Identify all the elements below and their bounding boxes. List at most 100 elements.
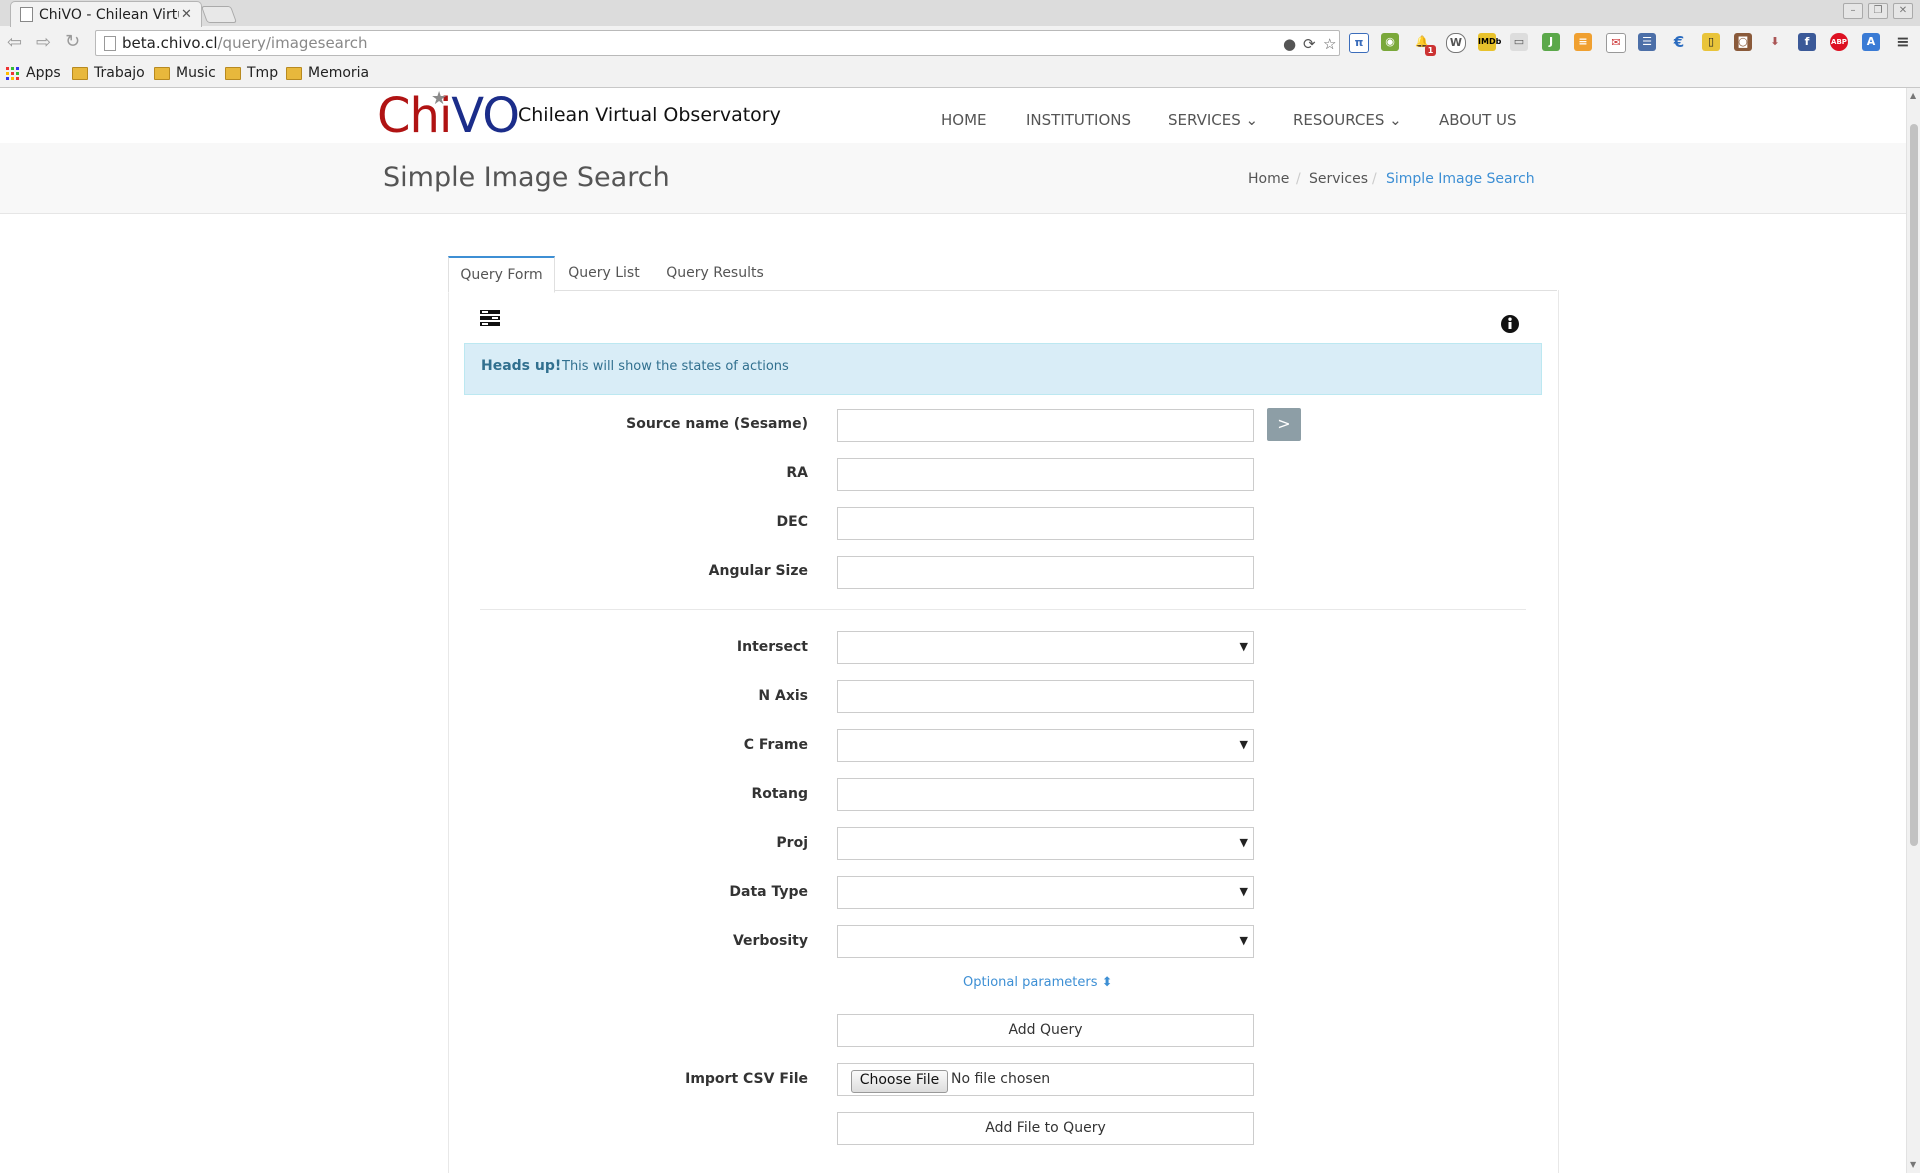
bookmark-apps[interactable]: Apps (6, 65, 61, 81)
bookmark-trabajo[interactable]: Trabajo (72, 65, 145, 81)
bookmark-music[interactable]: Music (154, 65, 216, 81)
alert-message: This will show the states of actions (562, 359, 789, 374)
tab-query-form[interactable]: Query Form (448, 256, 555, 293)
star-icon[interactable]: ☆ (1323, 35, 1336, 53)
choose-file-button[interactable]: Choose File (851, 1070, 948, 1093)
tab-query-list[interactable]: Query List (560, 256, 648, 290)
bookmark-memoria[interactable]: Memoria (286, 65, 369, 81)
browser-tab[interactable]: ChiVO - Chilean Virtu ✕ (10, 1, 202, 27)
tab-title: ChiVO - Chilean Virtu (39, 6, 179, 23)
instagram-icon[interactable]: ◙ (1734, 33, 1752, 51)
rss-icon[interactable]: ≡ (1574, 33, 1592, 51)
wordpress-icon[interactable]: W (1446, 33, 1466, 53)
browser-chrome: ChiVO - Chilean Virtu ✕ – ❐ ✕ ⇦ ⇨ ↻ beta… (0, 0, 1920, 88)
scroll-up-icon[interactable]: ▲ (1910, 91, 1916, 100)
menu-icon[interactable]: ≡ (1894, 33, 1912, 51)
scroll-down-icon[interactable]: ▼ (1910, 1160, 1916, 1169)
tab-query-results[interactable]: Query Results (660, 256, 770, 290)
alert-title: Heads up! (481, 358, 562, 374)
maximize-icon[interactable]: ❐ (1868, 3, 1888, 19)
adblock-icon[interactable]: ABP (1830, 33, 1848, 51)
breadcrumb-home[interactable]: Home (1248, 171, 1289, 187)
phone-icon[interactable]: ▯ (1702, 33, 1720, 51)
address-bar[interactable]: beta.chivo.cl/query/imagesearch ● ⟳ ☆ (95, 30, 1340, 56)
info-icon[interactable] (1500, 314, 1520, 334)
nav-services[interactable]: SERVICES ⌄ (1168, 111, 1258, 129)
nav-label: SERVICES (1168, 111, 1241, 129)
back-icon[interactable]: ⇦ (7, 32, 22, 53)
cframe-select[interactable]: ▼ (837, 729, 1254, 762)
pi-icon[interactable]: π (1349, 33, 1369, 53)
rubber-stamp-icon[interactable]: J (1542, 33, 1560, 51)
folder-icon (286, 66, 302, 80)
imdb-icon[interactable]: IMDb (1478, 33, 1501, 51)
angular-size-input[interactable] (837, 556, 1254, 589)
tab-strip: ChiVO - Chilean Virtu ✕ – ❐ ✕ (0, 0, 1920, 27)
translate-icon[interactable]: A (1862, 33, 1880, 51)
bookmark-label: Tmp (247, 65, 279, 81)
intersect-label: Intersect (736, 639, 808, 655)
page-icon (104, 36, 116, 51)
nav-home[interactable]: HOME (941, 111, 987, 129)
sort-icon: ⬍ (1101, 975, 1113, 990)
gmail-icon[interactable]: ✉ (1606, 33, 1626, 53)
breadcrumb-current: Simple Image Search (1386, 171, 1535, 187)
rotang-label: Rotang (751, 786, 808, 802)
lightbulb-icon[interactable]: ● (1283, 35, 1296, 53)
resolve-source-button[interactable]: > (1267, 408, 1301, 441)
cframe-label: C Frame (743, 737, 808, 753)
dropdown-arrow-icon: ▼ (1239, 640, 1248, 653)
close-icon[interactable]: ✕ (181, 7, 192, 22)
naxis-input[interactable] (837, 680, 1254, 713)
facebook-icon[interactable]: f (1798, 33, 1816, 51)
document-icon[interactable]: ☰ (1638, 33, 1656, 51)
chevron-down-icon: ⌄ (1389, 111, 1402, 129)
site-logo[interactable]: ChiVO (377, 91, 520, 141)
reload-icon[interactable]: ↻ (65, 31, 80, 52)
page-title: Simple Image Search (383, 162, 670, 193)
link-label: Optional parameters (963, 975, 1098, 990)
url-path: /query/imagesearch (217, 34, 368, 52)
breadcrumb-separator: / (1372, 171, 1377, 187)
euro-icon[interactable]: € (1670, 33, 1688, 51)
forward-icon[interactable]: ⇨ (36, 32, 51, 53)
folder-icon (225, 66, 241, 80)
dec-label: DEC (776, 514, 808, 530)
dropdown-arrow-icon: ▼ (1239, 738, 1248, 751)
minimize-icon[interactable]: – (1843, 3, 1863, 19)
ra-label: RA (786, 465, 808, 481)
proj-select[interactable]: ▼ (837, 827, 1254, 860)
nav-about-us[interactable]: ABOUT US (1439, 111, 1517, 129)
source-name-input[interactable] (837, 409, 1254, 442)
page-scrollbar[interactable]: ▲ ▼ (1906, 88, 1920, 1173)
verbosity-select[interactable]: ▼ (837, 925, 1254, 958)
datatype-select[interactable]: ▼ (837, 876, 1254, 909)
bookmark-tmp[interactable]: Tmp (225, 65, 278, 81)
scanner-icon[interactable]: ▭ (1510, 33, 1528, 51)
nav-resources[interactable]: RESOURCES ⌄ (1293, 111, 1402, 129)
chevron-down-icon: ⌄ (1245, 111, 1259, 129)
add-query-button[interactable]: Add Query (837, 1014, 1254, 1047)
refresh-icon[interactable]: ⟳ (1303, 35, 1316, 53)
nav-institutions[interactable]: INSTITUTIONS (1026, 111, 1131, 129)
ra-input[interactable] (837, 458, 1254, 491)
page-icon (20, 7, 33, 22)
list-toggle-icon[interactable] (480, 310, 502, 328)
rotang-input[interactable] (837, 778, 1254, 811)
download-icon[interactable]: ⬇ (1766, 33, 1784, 51)
fruit-icon[interactable]: ◉ (1381, 33, 1399, 51)
site-name: Chilean Virtual Observatory (518, 104, 781, 126)
form-divider (480, 609, 1526, 610)
dec-input[interactable] (837, 507, 1254, 540)
new-tab-button[interactable] (200, 6, 238, 23)
chevron-right-icon: > (1277, 414, 1291, 433)
bookmarks-bar: Apps Trabajo Music Tmp Memoria (0, 62, 1920, 86)
breadcrumb-services[interactable]: Services (1309, 171, 1368, 187)
scroll-thumb[interactable] (1910, 124, 1918, 846)
verbosity-label: Verbosity (732, 933, 808, 949)
optional-parameters-link[interactable]: Optional parameters ⬍ (963, 975, 1113, 990)
breadcrumb-separator: / (1296, 171, 1301, 187)
add-file-to-query-button[interactable]: Add File to Query (837, 1112, 1254, 1145)
window-close-icon[interactable]: ✕ (1893, 3, 1913, 19)
intersect-select[interactable]: ▼ (837, 631, 1254, 664)
